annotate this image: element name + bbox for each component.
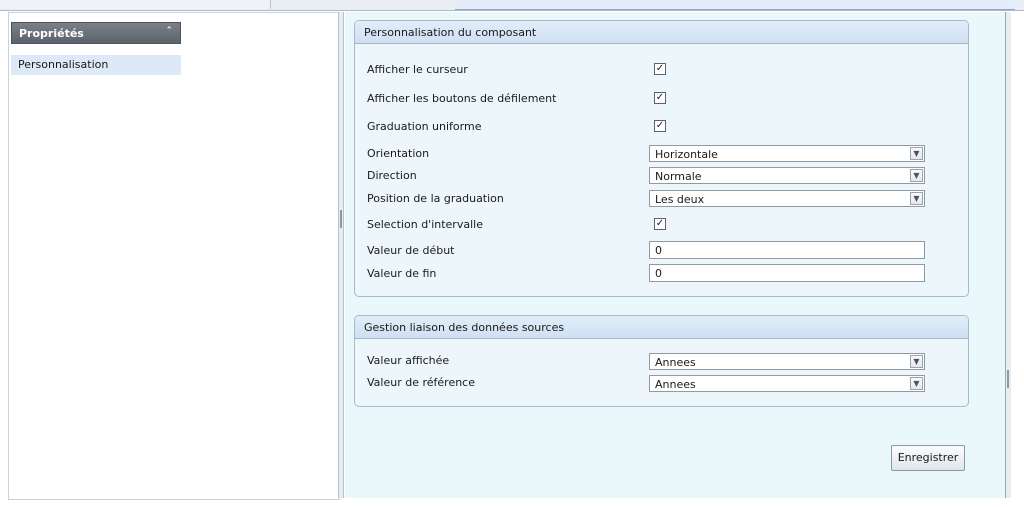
orientation-value: Horizontale [655,148,718,161]
end-value-input[interactable]: 0 [649,264,925,282]
group-header: Gestion liaison des données sources [355,316,968,339]
component-customization-group: Personnalisation du composant Afficher l… [354,20,969,297]
save-button[interactable]: Enregistrer [891,445,965,471]
interval-selection-label: Selection d'intervalle [367,218,483,231]
data-source-binding-group: Gestion liaison des données sources Vale… [354,315,969,407]
start-value-text: 0 [655,244,662,257]
start-value-input[interactable]: 0 [649,241,925,259]
reference-value-label: Valeur de référence [367,376,475,389]
right-panel-splitter[interactable] [1005,12,1011,498]
graduation-position-label: Position de la graduation [367,192,504,205]
chevron-up-icon[interactable]: ˆ [167,25,173,38]
displayed-value-label: Valeur affichée [367,354,450,367]
direction-select[interactable]: Normale ▼ [649,167,925,184]
displayed-value-value: Annees [655,356,696,369]
group-title: Gestion liaison des données sources [364,321,565,334]
accordion-header-label: Propriétés [19,27,84,40]
content-panel: Personnalisation du composant Afficher l… [345,12,1005,498]
show-cursor-label: Afficher le curseur [367,63,468,76]
graduation-position-select[interactable]: Les deux ▼ [649,190,925,207]
top-tab[interactable] [100,0,196,9]
splitter-grip-icon[interactable] [340,210,342,228]
sidebar-item-personnalisation[interactable]: Personnalisation [11,55,181,75]
graduation-position-value: Les deux [655,193,705,206]
top-tab[interactable] [195,0,271,9]
end-value-label: Valeur de fin [367,267,437,280]
sidebar-item-label: Personnalisation [18,58,109,71]
direction-label: Direction [367,169,417,182]
displayed-value-select[interactable]: Annees ▼ [649,353,925,370]
chevron-down-icon[interactable]: ▼ [910,355,923,368]
group-header: Personnalisation du composant [355,21,968,44]
top-tab[interactable] [0,0,101,9]
uniform-graduation-checkbox[interactable]: ✓ [654,120,666,132]
properties-panel: Propriétés ˆ Personnalisation [8,12,340,500]
reference-value-value: Annees [655,378,696,391]
show-cursor-checkbox[interactable]: ✓ [654,63,666,75]
uniform-graduation-label: Graduation uniforme [367,120,482,133]
splitter-grip-icon[interactable] [1007,370,1009,388]
chevron-down-icon[interactable]: ▼ [910,192,923,205]
show-scroll-buttons-label: Afficher les boutons de défilement [367,92,557,105]
orientation-label: Orientation [367,147,430,160]
orientation-select[interactable]: Horizontale ▼ [649,145,925,162]
interval-selection-checkbox[interactable]: ✓ [654,218,666,230]
chevron-down-icon[interactable]: ▼ [910,147,923,160]
end-value-text: 0 [655,267,662,280]
chevron-down-icon[interactable]: ▼ [910,377,923,390]
top-active-tab[interactable] [455,0,1015,10]
chevron-down-icon[interactable]: ▼ [910,169,923,182]
show-scroll-buttons-checkbox[interactable]: ✓ [654,92,666,104]
panel-splitter[interactable] [338,12,344,498]
top-tab-strip [0,0,1024,11]
direction-value: Normale [655,170,702,183]
reference-value-select[interactable]: Annees ▼ [649,375,925,392]
properties-accordion-header[interactable]: Propriétés ˆ [11,22,181,44]
start-value-label: Valeur de début [367,244,455,257]
group-title: Personnalisation du composant [364,26,537,39]
